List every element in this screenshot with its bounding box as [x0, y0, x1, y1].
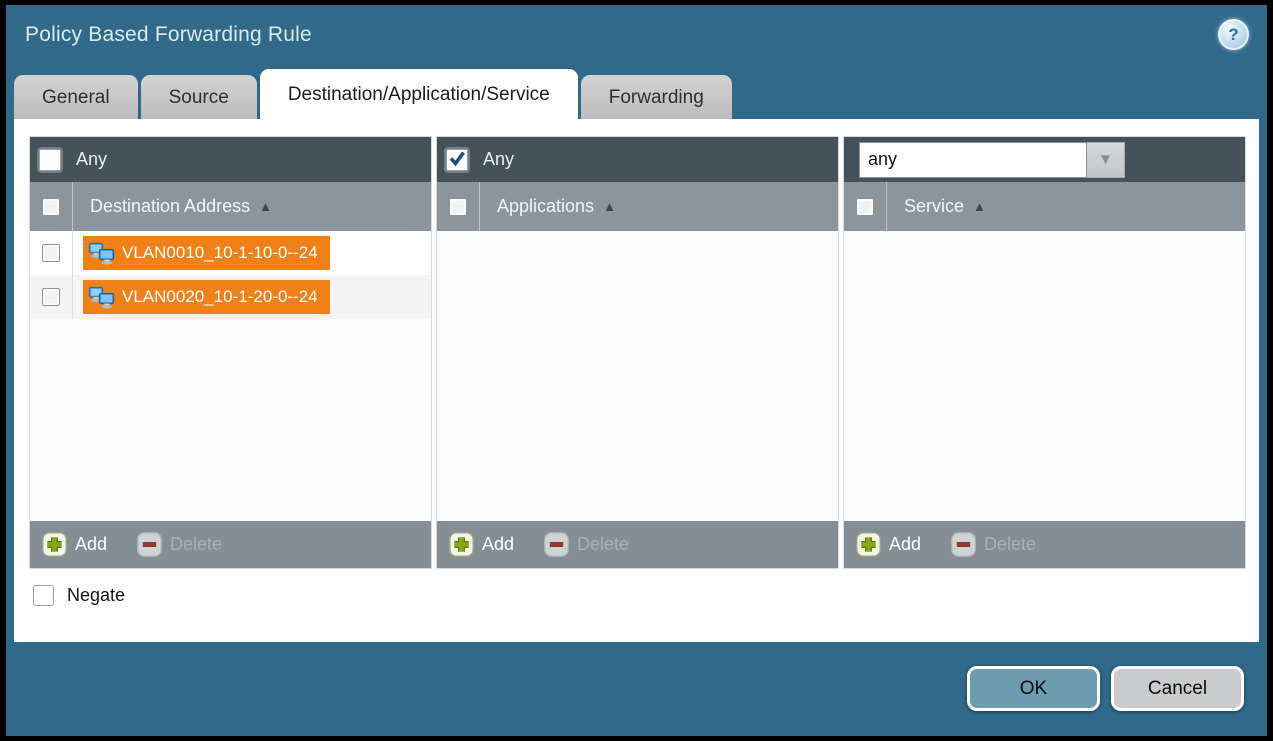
- destination-actions-bar: Add Delete: [30, 521, 431, 568]
- delete-label: Delete: [577, 534, 629, 555]
- service-column-label: Service: [904, 196, 964, 217]
- tab-bar: General Source Destination/Application/S…: [6, 69, 1267, 119]
- destination-list: VLAN0010_10-1-10-0--24: [30, 231, 431, 521]
- plus-icon: [856, 532, 881, 557]
- address-object-chip[interactable]: VLAN0010_10-1-10-0--24: [83, 236, 330, 270]
- row-checkbox[interactable]: [42, 244, 60, 262]
- add-button[interactable]: Add: [449, 532, 514, 557]
- applications-any-label: Any: [483, 149, 514, 170]
- cancel-button[interactable]: Cancel: [1111, 666, 1244, 711]
- service-dropdown-value[interactable]: any: [859, 142, 1087, 178]
- table-row[interactable]: VLAN0020_10-1-20-0--24: [30, 275, 431, 319]
- sort-asc-icon[interactable]: ▲: [259, 200, 272, 213]
- help-icon[interactable]: ?: [1218, 19, 1249, 50]
- destination-select-all-checkbox[interactable]: [42, 198, 60, 216]
- negate-label: Negate: [67, 585, 125, 606]
- dialog-title: Policy Based Forwarding Rule: [25, 23, 312, 47]
- destination-any-checkbox[interactable]: [39, 149, 61, 171]
- dialog-footer: OK Cancel: [6, 642, 1267, 736]
- service-list: [844, 231, 1245, 521]
- applications-any-bar: Any: [437, 137, 838, 182]
- applications-select-all-checkbox[interactable]: [449, 198, 467, 216]
- network-computers-icon: [88, 242, 115, 265]
- minus-icon: [137, 532, 162, 557]
- delete-button[interactable]: Delete: [951, 532, 1036, 557]
- table-row[interactable]: VLAN0010_10-1-10-0--24: [30, 231, 431, 275]
- destination-any-label: Any: [76, 149, 107, 170]
- minus-icon: [951, 532, 976, 557]
- address-object-chip[interactable]: VLAN0020_10-1-20-0--24: [83, 280, 330, 314]
- row-checkbox[interactable]: [42, 288, 60, 306]
- minus-icon: [544, 532, 569, 557]
- service-dropdown: any ▼: [859, 142, 1125, 178]
- delete-button[interactable]: Delete: [137, 532, 222, 557]
- destination-any-bar: Any: [30, 137, 431, 182]
- tab-source[interactable]: Source: [141, 75, 257, 119]
- applications-actions-bar: Add Delete: [437, 521, 838, 568]
- tab-forwarding[interactable]: Forwarding: [581, 75, 732, 119]
- add-label: Add: [889, 534, 921, 555]
- plus-icon: [42, 532, 67, 557]
- sort-asc-icon[interactable]: ▲: [603, 200, 616, 213]
- destination-address-panel: Any Destination Address ▲: [30, 137, 431, 568]
- add-label: Add: [75, 534, 107, 555]
- plus-icon: [449, 532, 474, 557]
- title-bar: Policy Based Forwarding Rule ?: [6, 5, 1267, 69]
- delete-label: Delete: [984, 534, 1036, 555]
- delete-label: Delete: [170, 534, 222, 555]
- applications-panel: Any Applications ▲: [437, 137, 838, 568]
- add-button[interactable]: Add: [856, 532, 921, 557]
- delete-button[interactable]: Delete: [544, 532, 629, 557]
- destination-column-header[interactable]: Destination Address ▲: [30, 182, 431, 231]
- ok-button[interactable]: OK: [967, 666, 1100, 711]
- service-column-header[interactable]: Service ▲: [844, 182, 1245, 231]
- address-object-label: VLAN0010_10-1-10-0--24: [122, 243, 318, 263]
- address-object-label: VLAN0020_10-1-20-0--24: [122, 287, 318, 307]
- tab-destination-application-service[interactable]: Destination/Application/Service: [260, 69, 578, 119]
- chevron-down-icon[interactable]: ▼: [1087, 142, 1125, 178]
- tab-content: Any Destination Address ▲: [14, 119, 1259, 642]
- check-icon: [448, 149, 466, 167]
- negate-checkbox[interactable]: [33, 585, 54, 606]
- add-label: Add: [482, 534, 514, 555]
- service-dropdown-bar: any ▼: [844, 137, 1245, 182]
- tab-general[interactable]: General: [14, 75, 138, 119]
- network-computers-icon: [88, 286, 115, 309]
- service-actions-bar: Add Delete: [844, 521, 1245, 568]
- applications-list: [437, 231, 838, 521]
- applications-column-label: Applications: [497, 196, 594, 217]
- policy-forwarding-dialog: Policy Based Forwarding Rule ? General S…: [6, 5, 1267, 736]
- add-button[interactable]: Add: [42, 532, 107, 557]
- negate-row: Negate: [33, 585, 1245, 606]
- applications-any-checkbox[interactable]: [446, 149, 468, 171]
- sort-asc-icon[interactable]: ▲: [973, 200, 986, 213]
- service-panel: any ▼ Service ▲: [844, 137, 1245, 568]
- service-select-all-checkbox[interactable]: [856, 198, 874, 216]
- applications-column-header[interactable]: Applications ▲: [437, 182, 838, 231]
- panels-row: Any Destination Address ▲: [30, 137, 1245, 568]
- destination-column-label: Destination Address: [90, 196, 250, 217]
